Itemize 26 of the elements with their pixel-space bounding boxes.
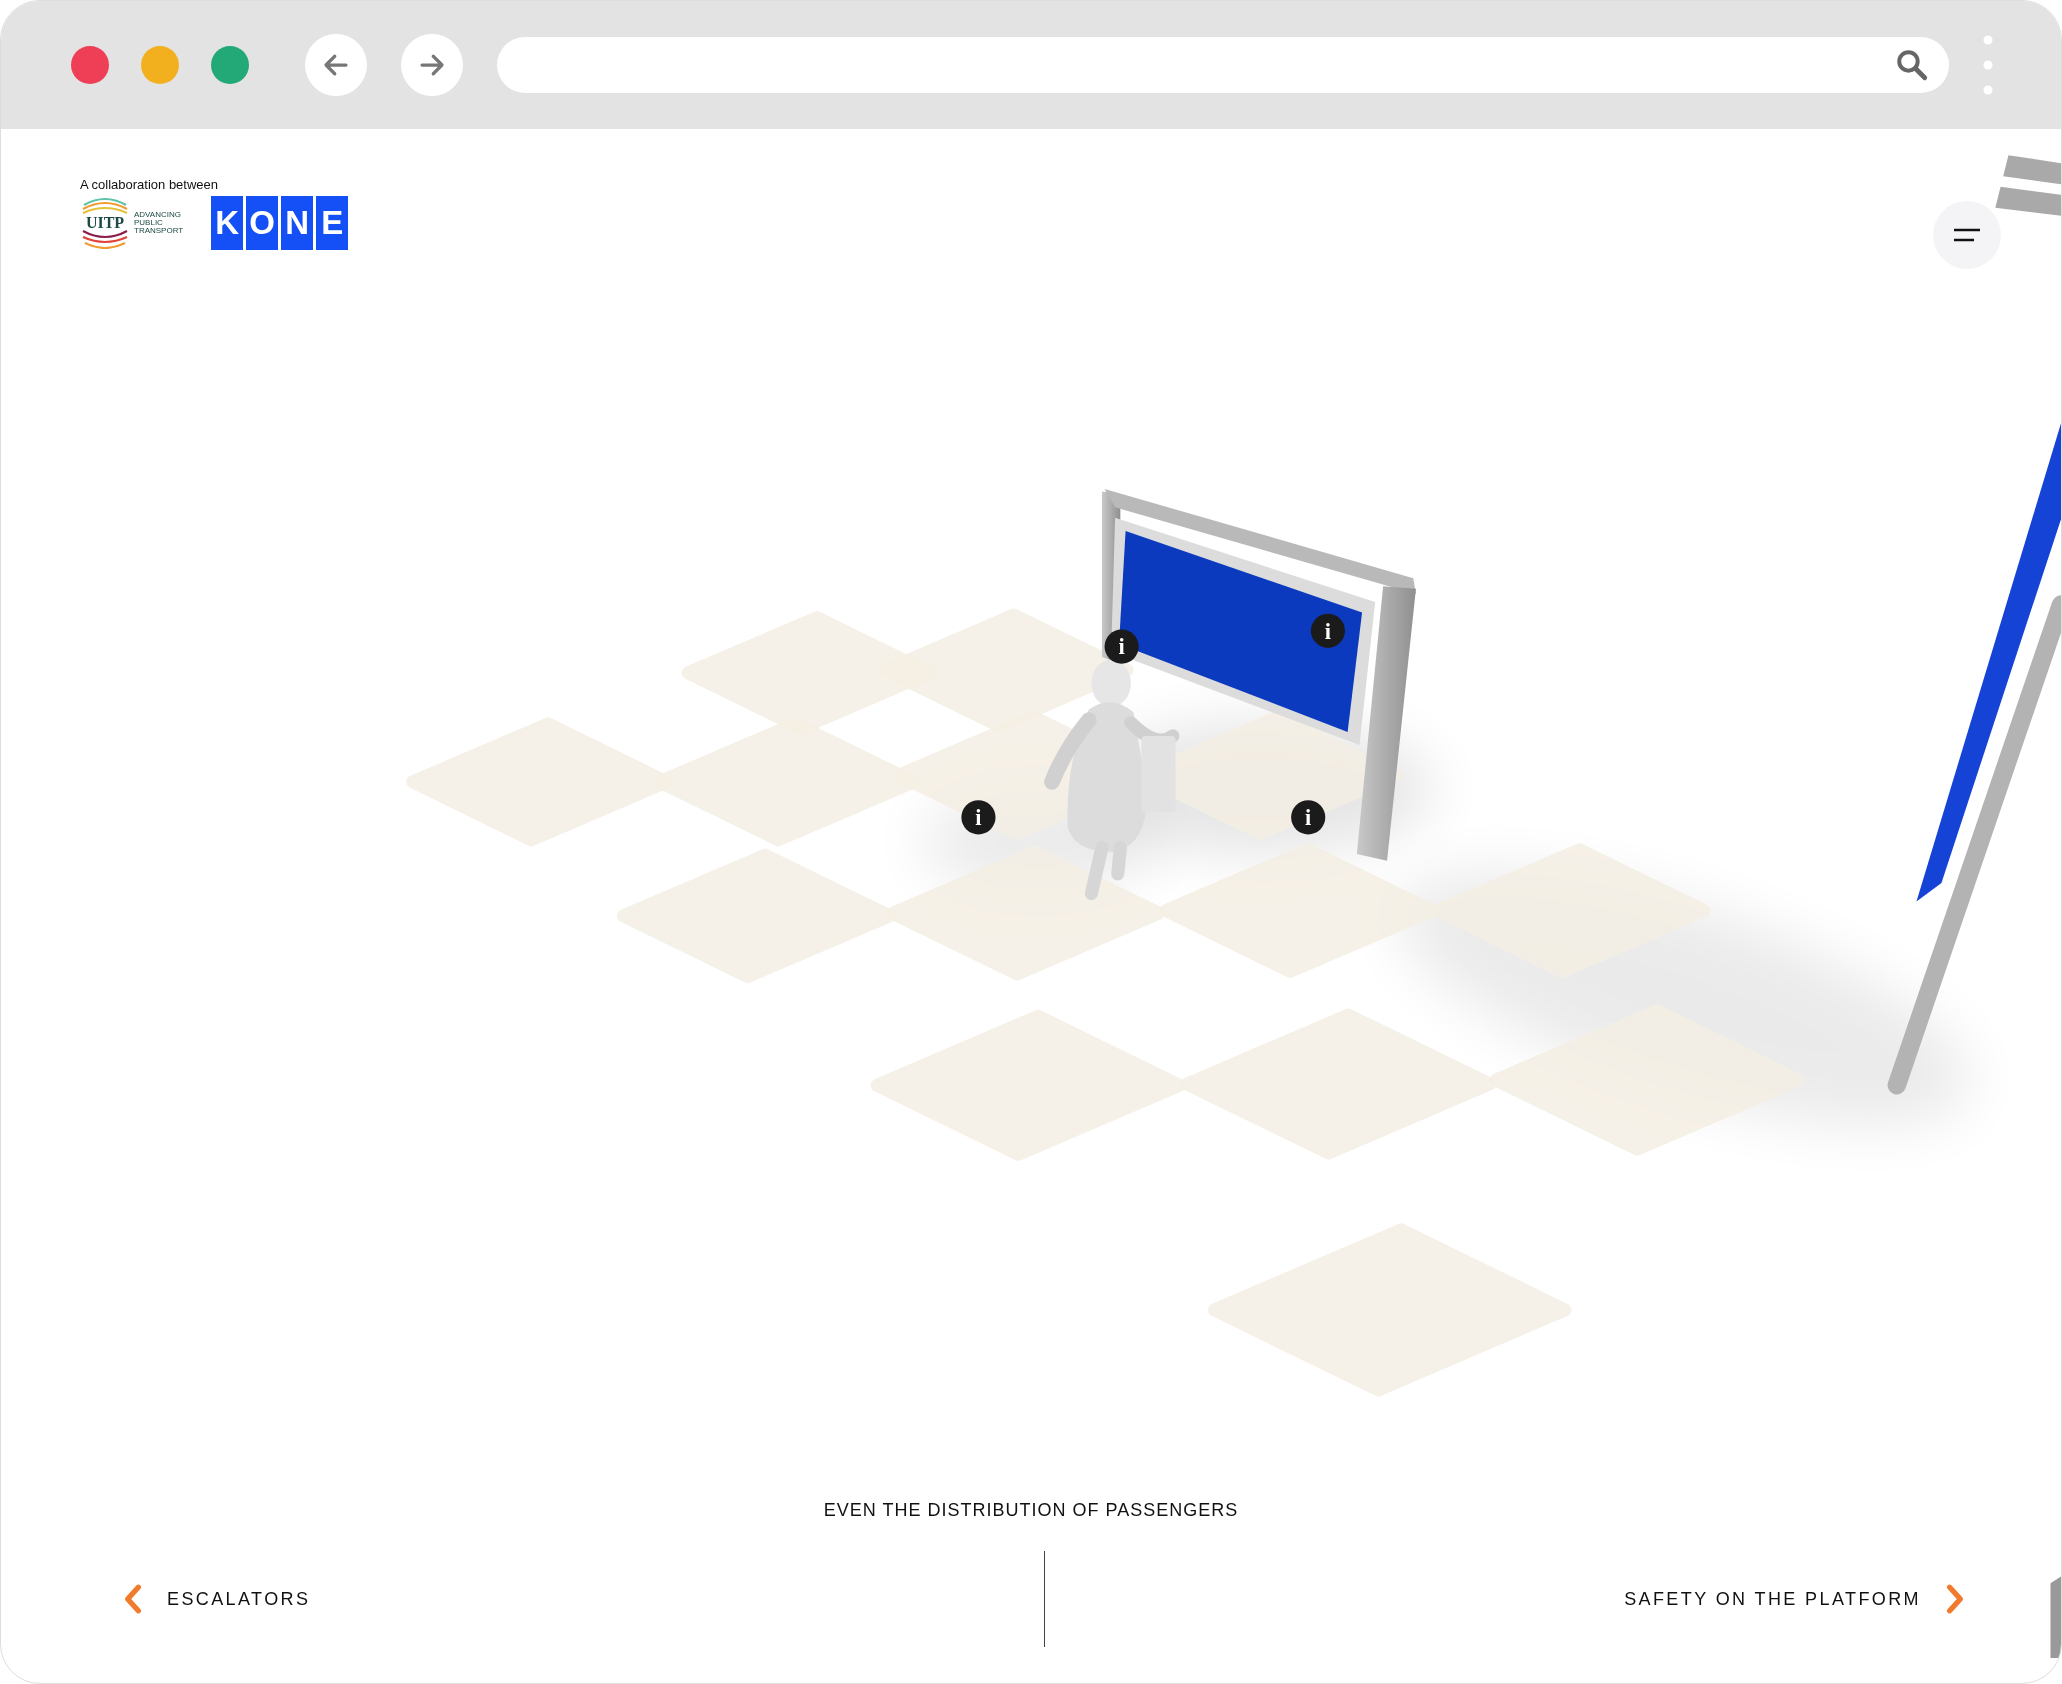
- window-control[interactable]: [211, 46, 249, 84]
- info-hotspot[interactable]: i: [1310, 613, 1345, 648]
- uitp-tagline: TRANSPORT: [134, 227, 184, 235]
- kone-logo-letter: O: [246, 196, 279, 250]
- chevron-right-icon: [1945, 1583, 1965, 1615]
- scene-caption: EVEN THE DISTRIBUTION OF PASSENGERS: [823, 1500, 1239, 1521]
- menu-icon: [1953, 228, 1981, 242]
- info-hotspot[interactable]: i: [1104, 629, 1139, 664]
- previous-link[interactable]: ESCALATORS: [123, 1583, 311, 1615]
- stair-blocks-drawing: [1995, 155, 2061, 216]
- uitp-tagline: PUBLIC: [134, 219, 164, 227]
- kone-logo-letter: N: [281, 196, 314, 250]
- window-control[interactable]: [141, 46, 179, 84]
- window-control[interactable]: [71, 46, 109, 84]
- uitp-tagline: ADVANCING: [134, 211, 182, 219]
- uitp-mark-text: UITP: [85, 214, 125, 231]
- kone-logo-letter: K: [211, 196, 244, 250]
- info-hotspot[interactable]: i: [1291, 800, 1326, 835]
- arcs-icon: [82, 197, 128, 249]
- more-options-icon[interactable]: [1983, 35, 1993, 95]
- next-link[interactable]: SAFETY ON THE PLATFORM: [1624, 1583, 1965, 1615]
- chevron-left-icon: [123, 1583, 143, 1615]
- search-icon[interactable]: [1895, 48, 1929, 82]
- collaboration-caption: A collaboration between: [80, 177, 220, 192]
- kone-logo-letter: E: [316, 196, 349, 250]
- info-hotspot[interactable]: i: [961, 800, 996, 835]
